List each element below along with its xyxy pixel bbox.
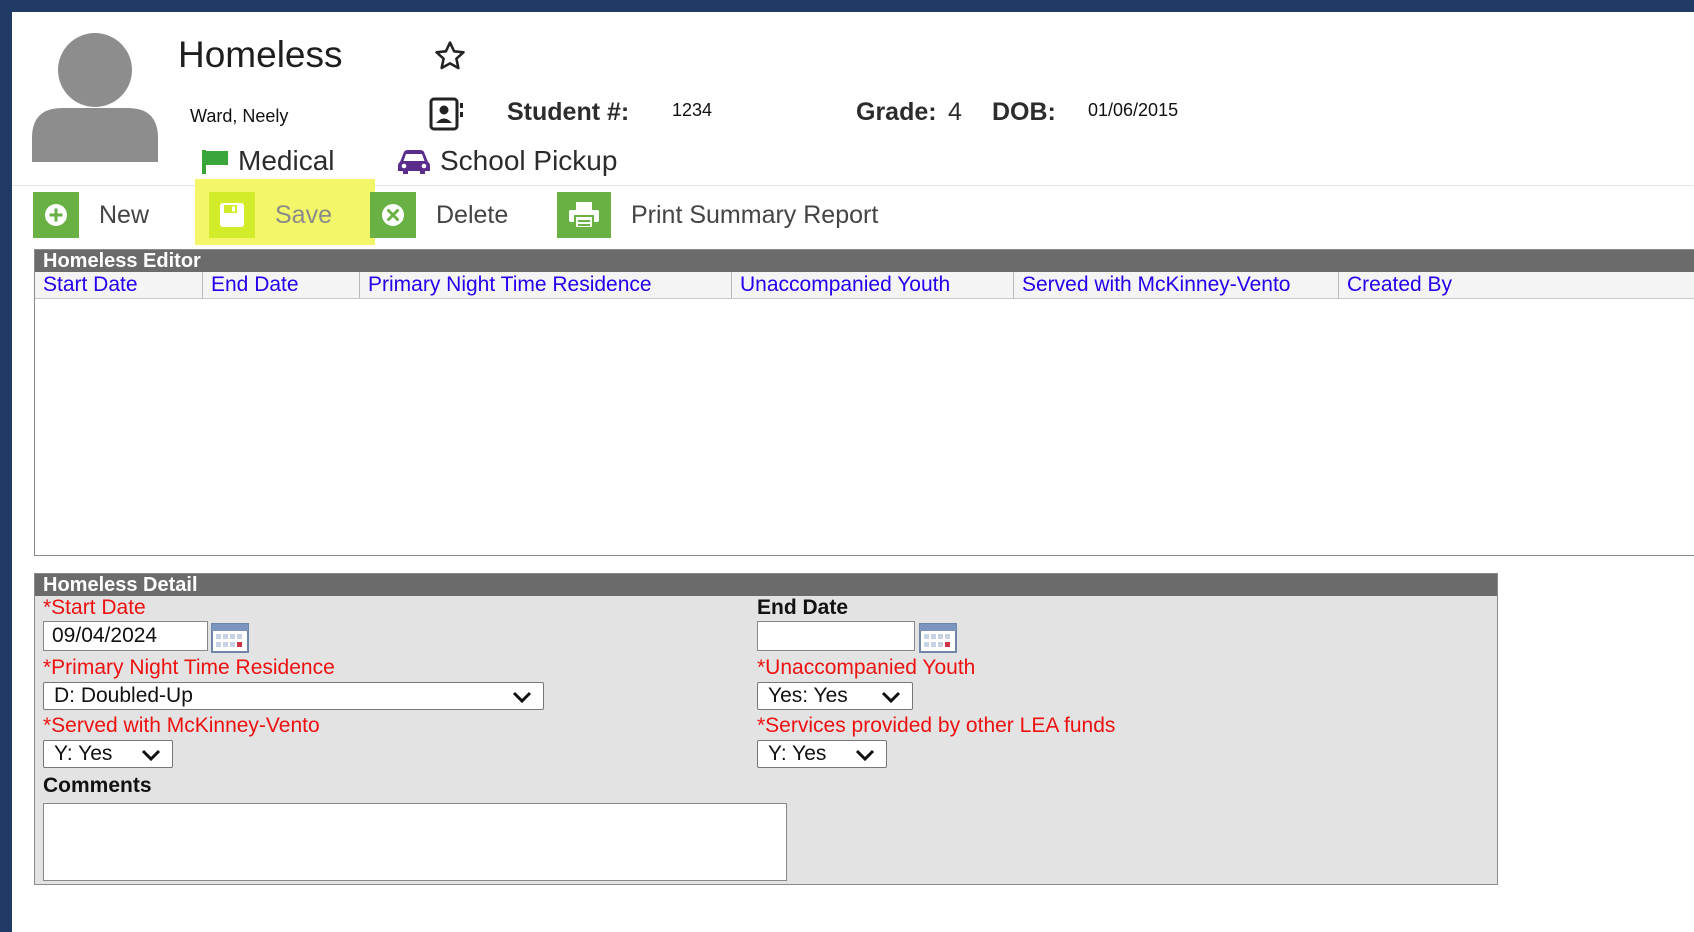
flag-icon [202,150,228,174]
lea-funds-value: Y: Yes [768,742,827,765]
mckinney-vento-select[interactable]: Y: Yes [43,740,173,768]
column-unaccompanied-youth[interactable]: Unaccompanied Youth [732,272,1014,298]
favorite-star-icon[interactable] [433,39,467,73]
save-button[interactable]: Save [209,190,332,240]
column-end-date[interactable]: End Date [203,272,360,298]
start-date-calendar-icon[interactable] [211,623,249,653]
column-primary-night-time-residence[interactable]: Primary Night Time Residence [360,272,732,298]
student-avatar [32,33,158,162]
comments-label: Comments [43,774,152,797]
contact-card-icon[interactable] [429,97,467,131]
car-icon [398,150,430,174]
page-title: Homeless [178,34,343,75]
lea-funds-select[interactable]: Y: Yes [757,740,887,768]
flag-medical-label: Medical [238,145,335,176]
chevron-down-icon [855,749,875,762]
end-date-calendar-icon[interactable] [919,623,957,653]
unaccompanied-youth-value: Yes: Yes [768,684,848,707]
unaccompanied-youth-label: *Unaccompanied Youth [757,656,976,679]
comments-textarea[interactable] [43,803,787,881]
delete-button-label: Delete [436,200,509,229]
mckinney-vento-value: Y: Yes [54,742,113,765]
dob-label: DOB: [992,98,1056,126]
start-date-input[interactable] [43,621,208,651]
editor-panel-title: Homeless Editor [35,250,1694,272]
flag-school-pickup-label: School Pickup [440,145,618,176]
column-served-mckinney-vento[interactable]: Served with McKinney-Vento [1014,272,1339,298]
student-number-label: Student #: [507,98,630,126]
flag-medical[interactable]: Medical [200,145,334,177]
print-summary-label: Print Summary Report [631,200,879,229]
plus-circle-icon [45,204,67,226]
column-created-by[interactable]: Created By [1339,272,1694,298]
print-summary-button[interactable]: Print Summary Report [557,190,878,240]
new-button[interactable]: New [33,190,149,240]
column-start-date[interactable]: Start Date [35,272,203,298]
primary-residence-label: *Primary Night Time Residence [43,656,335,679]
student-number-value: 1234 [672,100,713,120]
end-date-input[interactable] [757,621,915,651]
detail-panel-title: Homeless Detail [35,574,1497,596]
flag-school-pickup[interactable]: School Pickup [396,145,617,177]
student-name: Ward, Neely [190,106,289,126]
chevron-down-icon [141,749,161,762]
dob-value: 01/06/2015 [1088,100,1179,120]
lea-funds-label: *Services provided by other LEA funds [757,714,1116,737]
grade-label: Grade: [856,98,937,126]
delete-button[interactable]: Delete [370,190,508,240]
primary-residence-value: D: Doubled-Up [54,684,193,707]
mckinney-vento-label: *Served with McKinney-Vento [43,714,320,737]
homeless-detail-panel: Homeless Detail *Start Date End Date *Pr… [34,573,1498,885]
chevron-down-icon [512,691,532,704]
new-button-label: New [99,200,150,229]
chevron-down-icon [881,691,901,704]
editor-column-header-row: Start Date End Date Primary Night Time R… [35,272,1694,299]
start-date-label: *Start Date [43,596,146,619]
close-circle-icon [382,204,404,226]
primary-residence-select[interactable]: D: Doubled-Up [43,682,544,710]
printer-icon [569,202,599,229]
homeless-editor-panel: Homeless Editor Start Date End Date Prim… [34,249,1694,556]
app-window: Homeless Ward, Neely Student #: 1234 Gra… [12,12,1694,932]
grade-value: 4 [948,98,962,126]
floppy-disk-icon [220,203,244,227]
end-date-label: End Date [757,596,849,619]
unaccompanied-youth-select[interactable]: Yes: Yes [757,682,913,710]
save-button-label: Save [275,200,332,229]
